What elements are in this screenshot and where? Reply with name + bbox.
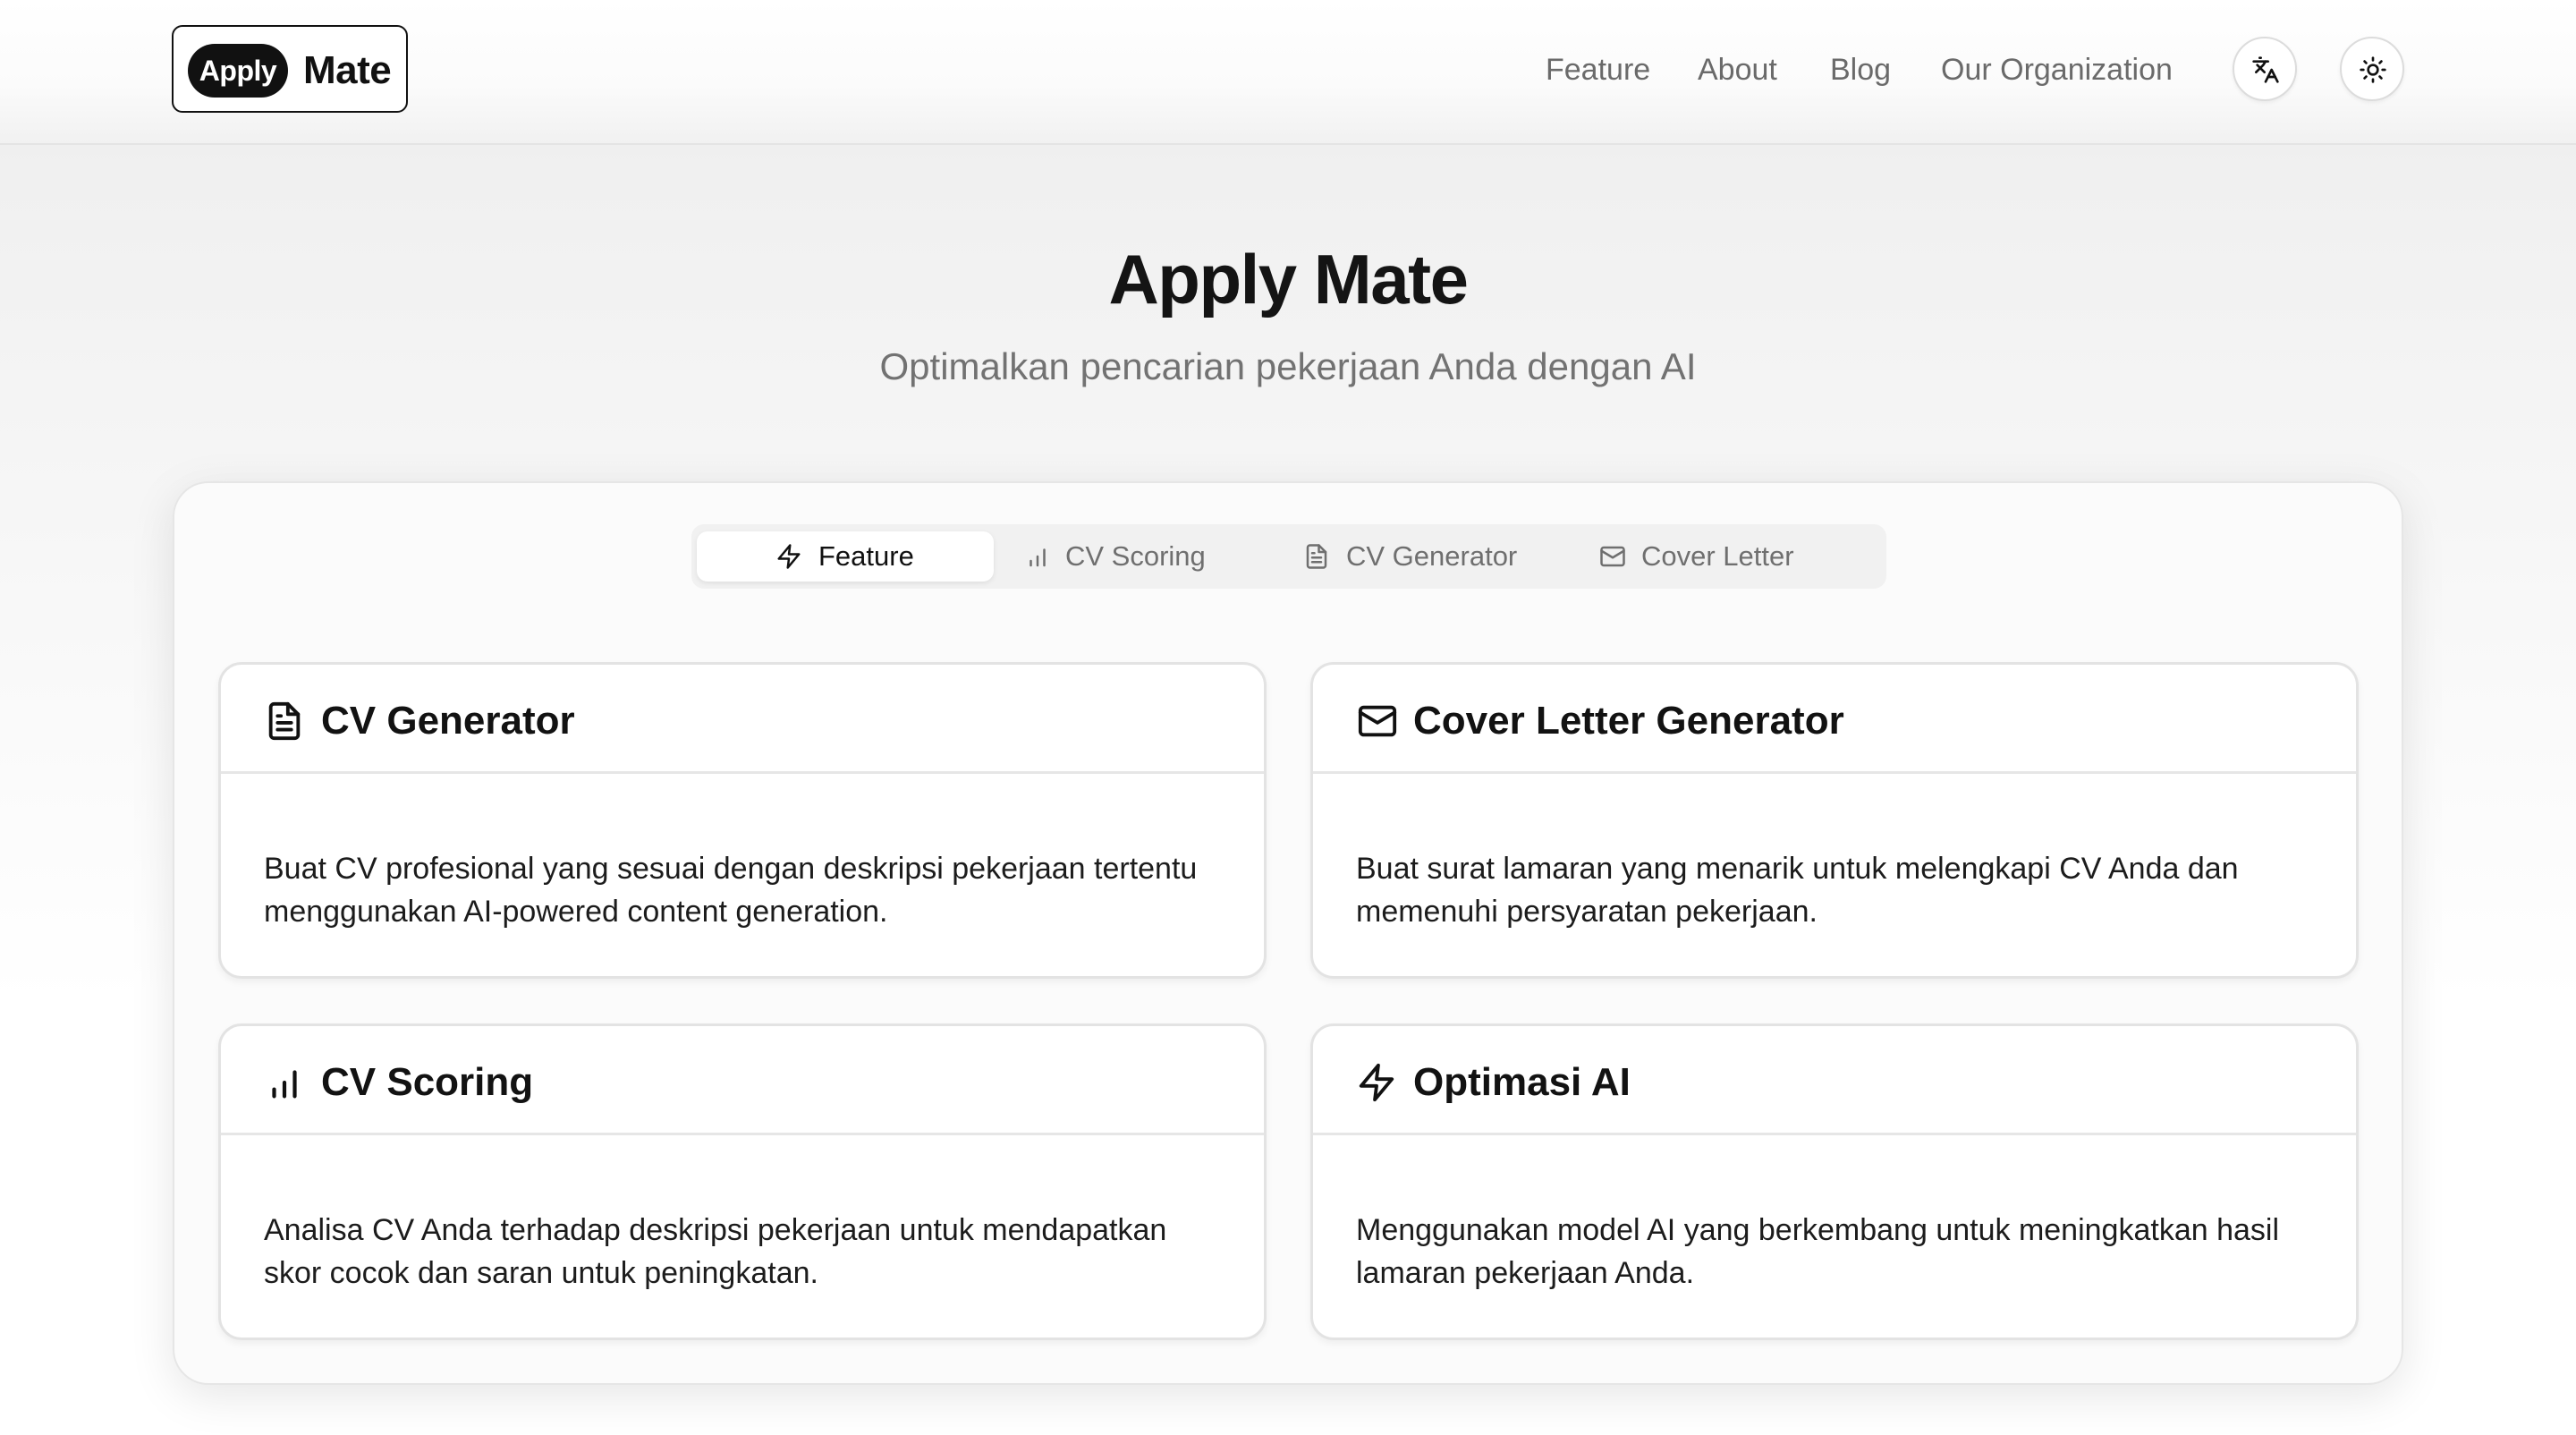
tab-label: CV Generator	[1346, 540, 1518, 572]
feature-card-title: CV Generator	[321, 699, 575, 743]
tab-cv-scoring[interactable]: CV Scoring	[1024, 531, 1292, 582]
feature-card-optimasi-ai: Optimasi AI Menggunakan model AI yang be…	[1310, 1023, 2359, 1340]
tab-feature[interactable]: Feature	[697, 531, 994, 582]
tab-label: Cover Letter	[1641, 540, 1794, 572]
feature-card-title: Cover Letter Generator	[1413, 699, 1844, 743]
feature-card-title: CV Scoring	[321, 1060, 534, 1104]
feature-card-description: Menggunakan model AI yang berkembang unt…	[1356, 1213, 2280, 1290]
language-button[interactable]	[2233, 37, 2297, 101]
page-title: Apply Mate	[1108, 240, 1469, 318]
document-icon	[1306, 544, 1327, 569]
mail-icon	[1358, 705, 1397, 737]
mail-icon	[1600, 546, 1625, 567]
feature-card-header: CV Scoring	[221, 1026, 1264, 1135]
tab-cv-generator[interactable]: CV Generator	[1303, 531, 1572, 582]
nav-link-our-organization[interactable]: Our Organization	[1941, 45, 2173, 95]
translate-icon	[2252, 56, 2279, 83]
nav-link-about[interactable]: About	[1698, 45, 1777, 95]
feature-card-cv-scoring: CV Scoring Analisa CV Anda terhadap desk…	[218, 1023, 1267, 1340]
features-panel: Feature CV Scoring CV Generator Cover Le…	[173, 481, 2403, 1385]
zap-icon	[1359, 1063, 1394, 1102]
tab-label: Feature	[818, 540, 914, 572]
bar-chart-icon	[272, 1070, 297, 1099]
feature-card-cover-letter-generator: Cover Letter Generator Buat surat lamara…	[1310, 662, 2359, 979]
logo-word: Mate	[303, 48, 392, 92]
tab-cover-letter[interactable]: Cover Letter	[1598, 531, 1881, 582]
sun-icon	[2360, 56, 2386, 83]
logo[interactable]: Apply Mate	[172, 25, 408, 113]
feature-card-description: Buat CV profesional yang sesuai dengan d…	[264, 852, 1198, 929]
document-icon	[268, 701, 301, 741]
nav-link-blog[interactable]: Blog	[1830, 45, 1891, 95]
bar-chart-icon	[1030, 548, 1046, 567]
feature-card-header: Cover Letter Generator	[1313, 665, 2356, 774]
logo-pill: Apply	[188, 44, 288, 98]
tab-bar: Feature CV Scoring CV Generator Cover Le…	[691, 524, 1886, 589]
feature-card-description: Buat surat lamaran yang menarik untuk me…	[1356, 852, 2239, 929]
top-navbar: Apply Mate Feature About Blog Our Organi…	[0, 0, 2576, 145]
zap-icon	[777, 544, 801, 569]
theme-toggle-button[interactable]	[2340, 37, 2404, 101]
feature-card-header: Optimasi AI	[1313, 1026, 2356, 1135]
feature-card-header: CV Generator	[221, 665, 1264, 774]
page-subtitle: Optimalkan pencarian pekerjaan Anda deng…	[879, 345, 1697, 387]
feature-card-description: Analisa CV Anda terhadap deskripsi peker…	[264, 1213, 1167, 1290]
nav-link-feature[interactable]: Feature	[1546, 45, 1650, 95]
feature-card-title: Optimasi AI	[1413, 1060, 1631, 1104]
tab-label: CV Scoring	[1065, 540, 1206, 572]
feature-card-cv-generator: CV Generator Buat CV profesional yang se…	[218, 662, 1267, 979]
